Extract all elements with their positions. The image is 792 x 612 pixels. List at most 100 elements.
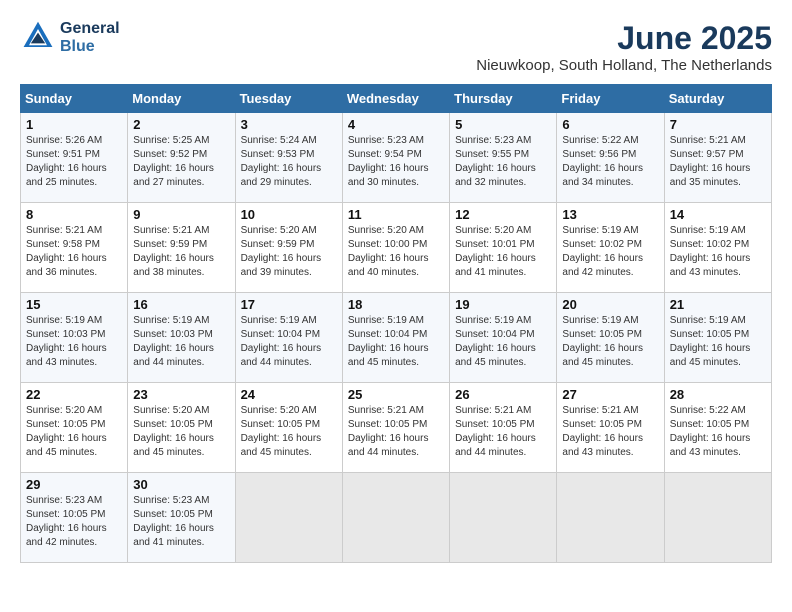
cell-content: Sunrise: 5:21 AM Sunset: 10:05 PM Daylig…: [348, 404, 444, 460]
sunset: Sunset: 10:00 PM: [348, 238, 444, 252]
daylight: Daylight: 16 hours and 32 minutes.: [455, 162, 551, 190]
calendar-cell: 3 Sunrise: 5:24 AM Sunset: 9:53 PM Dayli…: [235, 113, 342, 203]
cell-content: Sunrise: 5:19 AM Sunset: 10:04 PM Daylig…: [241, 314, 337, 370]
sunset: Sunset: 10:05 PM: [26, 508, 122, 522]
cell-content: Sunrise: 5:19 AM Sunset: 10:02 PM Daylig…: [562, 224, 658, 280]
sunset: Sunset: 9:57 PM: [670, 148, 766, 162]
logo: General Blue: [20, 20, 120, 56]
sunrise: Sunrise: 5:20 AM: [26, 404, 122, 418]
calendar-cell: 13 Sunrise: 5:19 AM Sunset: 10:02 PM Day…: [557, 203, 664, 293]
day-number: 18: [348, 297, 444, 312]
sunrise: Sunrise: 5:23 AM: [348, 134, 444, 148]
calendar-cell: 7 Sunrise: 5:21 AM Sunset: 9:57 PM Dayli…: [664, 113, 771, 203]
cell-content: Sunrise: 5:23 AM Sunset: 9:54 PM Dayligh…: [348, 134, 444, 190]
cell-content: Sunrise: 5:20 AM Sunset: 10:05 PM Daylig…: [241, 404, 337, 460]
calendar-week-row: 1 Sunrise: 5:26 AM Sunset: 9:51 PM Dayli…: [21, 113, 772, 203]
sunset: Sunset: 9:59 PM: [241, 238, 337, 252]
day-number: 29: [26, 477, 122, 492]
weekday-header-tuesday: Tuesday: [235, 85, 342, 113]
calendar-cell: 17 Sunrise: 5:19 AM Sunset: 10:04 PM Day…: [235, 293, 342, 383]
cell-content: Sunrise: 5:23 AM Sunset: 10:05 PM Daylig…: [26, 494, 122, 550]
cell-content: Sunrise: 5:21 AM Sunset: 9:57 PM Dayligh…: [670, 134, 766, 190]
cell-content: Sunrise: 5:21 AM Sunset: 10:05 PM Daylig…: [562, 404, 658, 460]
daylight: Daylight: 16 hours and 39 minutes.: [241, 252, 337, 280]
weekday-header-row: SundayMondayTuesdayWednesdayThursdayFrid…: [21, 85, 772, 113]
daylight: Daylight: 16 hours and 30 minutes.: [348, 162, 444, 190]
sunrise: Sunrise: 5:20 AM: [241, 224, 337, 238]
sunset: Sunset: 9:51 PM: [26, 148, 122, 162]
daylight: Daylight: 16 hours and 45 minutes.: [455, 342, 551, 370]
sunrise: Sunrise: 5:25 AM: [133, 134, 229, 148]
day-number: 22: [26, 387, 122, 402]
weekday-header-sunday: Sunday: [21, 85, 128, 113]
weekday-header-saturday: Saturday: [664, 85, 771, 113]
sunset: Sunset: 10:04 PM: [241, 328, 337, 342]
weekday-header-wednesday: Wednesday: [342, 85, 449, 113]
day-number: 30: [133, 477, 229, 492]
sunrise: Sunrise: 5:23 AM: [26, 494, 122, 508]
sunset: Sunset: 10:05 PM: [670, 418, 766, 432]
day-number: 24: [241, 387, 337, 402]
cell-content: Sunrise: 5:20 AM Sunset: 10:05 PM Daylig…: [26, 404, 122, 460]
day-number: 17: [241, 297, 337, 312]
daylight: Daylight: 16 hours and 35 minutes.: [670, 162, 766, 190]
calendar-cell: 25 Sunrise: 5:21 AM Sunset: 10:05 PM Day…: [342, 383, 449, 473]
day-number: 23: [133, 387, 229, 402]
sunset: Sunset: 10:05 PM: [455, 418, 551, 432]
title-block: June 2025 Nieuwkoop, South Holland, The …: [476, 20, 772, 74]
day-number: 28: [670, 387, 766, 402]
weekday-header-friday: Friday: [557, 85, 664, 113]
sunrise: Sunrise: 5:23 AM: [455, 134, 551, 148]
daylight: Daylight: 16 hours and 45 minutes.: [670, 342, 766, 370]
location: Nieuwkoop, South Holland, The Netherland…: [476, 57, 772, 74]
sunset: Sunset: 10:05 PM: [133, 418, 229, 432]
cell-content: Sunrise: 5:24 AM Sunset: 9:53 PM Dayligh…: [241, 134, 337, 190]
sunset: Sunset: 10:02 PM: [670, 238, 766, 252]
cell-content: Sunrise: 5:19 AM Sunset: 10:05 PM Daylig…: [562, 314, 658, 370]
calendar-cell: 28 Sunrise: 5:22 AM Sunset: 10:05 PM Day…: [664, 383, 771, 473]
calendar-cell: 9 Sunrise: 5:21 AM Sunset: 9:59 PM Dayli…: [128, 203, 235, 293]
calendar-cell: [342, 473, 449, 563]
day-number: 1: [26, 117, 122, 132]
cell-content: Sunrise: 5:19 AM Sunset: 10:03 PM Daylig…: [26, 314, 122, 370]
calendar-cell: 6 Sunrise: 5:22 AM Sunset: 9:56 PM Dayli…: [557, 113, 664, 203]
calendar-cell: 29 Sunrise: 5:23 AM Sunset: 10:05 PM Day…: [21, 473, 128, 563]
cell-content: Sunrise: 5:23 AM Sunset: 9:55 PM Dayligh…: [455, 134, 551, 190]
sunrise: Sunrise: 5:19 AM: [670, 224, 766, 238]
sunrise: Sunrise: 5:26 AM: [26, 134, 122, 148]
calendar-cell: [557, 473, 664, 563]
cell-content: Sunrise: 5:21 AM Sunset: 10:05 PM Daylig…: [455, 404, 551, 460]
sunrise: Sunrise: 5:19 AM: [670, 314, 766, 328]
sunset: Sunset: 9:59 PM: [133, 238, 229, 252]
sunrise: Sunrise: 5:19 AM: [348, 314, 444, 328]
daylight: Daylight: 16 hours and 44 minutes.: [241, 342, 337, 370]
sunrise: Sunrise: 5:21 AM: [562, 404, 658, 418]
sunset: Sunset: 9:52 PM: [133, 148, 229, 162]
calendar-cell: [235, 473, 342, 563]
daylight: Daylight: 16 hours and 43 minutes.: [562, 432, 658, 460]
daylight: Daylight: 16 hours and 44 minutes.: [133, 342, 229, 370]
sunrise: Sunrise: 5:19 AM: [455, 314, 551, 328]
sunset: Sunset: 10:01 PM: [455, 238, 551, 252]
daylight: Daylight: 16 hours and 45 minutes.: [241, 432, 337, 460]
calendar-cell: 15 Sunrise: 5:19 AM Sunset: 10:03 PM Day…: [21, 293, 128, 383]
daylight: Daylight: 16 hours and 36 minutes.: [26, 252, 122, 280]
calendar-cell: 23 Sunrise: 5:20 AM Sunset: 10:05 PM Day…: [128, 383, 235, 473]
day-number: 9: [133, 207, 229, 222]
day-number: 8: [26, 207, 122, 222]
sunrise: Sunrise: 5:21 AM: [455, 404, 551, 418]
logo-icon: [20, 20, 56, 56]
calendar-week-row: 15 Sunrise: 5:19 AM Sunset: 10:03 PM Day…: [21, 293, 772, 383]
sunset: Sunset: 10:05 PM: [26, 418, 122, 432]
cell-content: Sunrise: 5:19 AM Sunset: 10:04 PM Daylig…: [455, 314, 551, 370]
calendar-cell: 5 Sunrise: 5:23 AM Sunset: 9:55 PM Dayli…: [450, 113, 557, 203]
calendar-cell: 10 Sunrise: 5:20 AM Sunset: 9:59 PM Dayl…: [235, 203, 342, 293]
cell-content: Sunrise: 5:20 AM Sunset: 10:01 PM Daylig…: [455, 224, 551, 280]
calendar-cell: 22 Sunrise: 5:20 AM Sunset: 10:05 PM Day…: [21, 383, 128, 473]
day-number: 11: [348, 207, 444, 222]
daylight: Daylight: 16 hours and 40 minutes.: [348, 252, 444, 280]
calendar-cell: 12 Sunrise: 5:20 AM Sunset: 10:01 PM Day…: [450, 203, 557, 293]
sunset: Sunset: 9:56 PM: [562, 148, 658, 162]
weekday-header-monday: Monday: [128, 85, 235, 113]
calendar-cell: 4 Sunrise: 5:23 AM Sunset: 9:54 PM Dayli…: [342, 113, 449, 203]
